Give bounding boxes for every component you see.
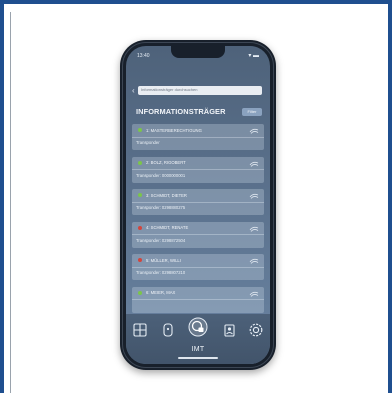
item-subtitle: Transponder: 0298872504 <box>136 237 186 243</box>
search-placeholder: Informationsträger durchsuchen <box>141 87 198 92</box>
signal-icon <box>249 193 259 199</box>
item-divider <box>132 169 264 170</box>
signal-icon <box>249 226 259 232</box>
list-item[interactable]: 6: MEIER, MAX <box>132 286 264 313</box>
status-dot <box>138 160 142 165</box>
notch <box>171 46 225 58</box>
item-divider <box>132 266 264 268</box>
signal-icon <box>249 258 259 264</box>
transponder-icon[interactable] <box>188 317 208 337</box>
signal-icon <box>249 128 259 134</box>
back-icon[interactable]: ‹ <box>132 86 135 95</box>
item-name: 6: MEIER, MAX <box>146 290 176 295</box>
item-subtitle: Transponder: 0298880275 <box>136 205 186 210</box>
item-subtitle: Transponder <box>136 140 160 145</box>
settings-icon[interactable] <box>248 322 264 338</box>
item-name: 1: MASTERBERECHTIGUNG <box>146 127 202 133</box>
item-divider <box>132 136 264 138</box>
status-time: 13:40 <box>137 53 150 59</box>
list-item[interactable]: 1: MASTERBERECHTIGUNG Transponder <box>132 124 264 150</box>
status-dot <box>138 290 142 295</box>
search-input[interactable]: Informationsträger durchsuchen <box>138 86 262 95</box>
item-name: 3: SCHMIDT, DIETER <box>146 192 187 198</box>
signal-icon <box>249 161 259 167</box>
status-dot <box>138 258 142 262</box>
list-item[interactable]: 4: SCHMIDT, RENATE Transponder: 02988725… <box>132 221 264 248</box>
phone-screen: 13:40 ▾ ▬ ‹ Informationsträger durchsuch… <box>126 46 270 364</box>
status-icons: ▾ ▬ <box>248 53 259 59</box>
list-item[interactable]: 2: BOLZ, RIGOBERT Transponder: 000000000… <box>132 156 264 183</box>
item-name: 4: SCHMIDT, RENATE <box>146 225 189 230</box>
list-item[interactable]: 5: MÜLLER, WILLI Transponder: 0298807210 <box>132 254 264 280</box>
item-name: 5: MÜLLER, WILLI <box>146 257 181 263</box>
item-subtitle: Transponder: 0000000001 <box>136 172 186 178</box>
home-indicator <box>178 357 218 359</box>
status-dot <box>138 193 142 197</box>
item-divider <box>132 234 264 235</box>
phone-mockup: 13:40 ▾ ▬ ‹ Informationsträger durchsuch… <box>120 40 276 370</box>
item-divider <box>132 299 264 300</box>
filter-button[interactable]: Filter <box>242 108 262 116</box>
door-icon[interactable] <box>160 322 176 338</box>
item-name: 2: BOLZ, RIGOBERT <box>146 160 186 165</box>
list-item[interactable]: 3: SCHMIDT, DIETER Transponder: 02988802… <box>132 189 264 215</box>
app-label: IMT <box>191 346 205 353</box>
signal-icon <box>249 291 259 297</box>
users-icon[interactable] <box>222 322 238 338</box>
page-title: INFORMATIONSTRÄGER <box>136 107 226 116</box>
grid-icon[interactable] <box>132 322 148 338</box>
item-divider <box>132 201 264 203</box>
status-dot <box>138 225 142 230</box>
transponder-list: 1: MASTERBERECHTIGUNG Transponder 2: BOL… <box>132 124 264 319</box>
item-subtitle: Transponder: 0298807210 <box>136 270 186 275</box>
status-dot <box>138 128 142 132</box>
